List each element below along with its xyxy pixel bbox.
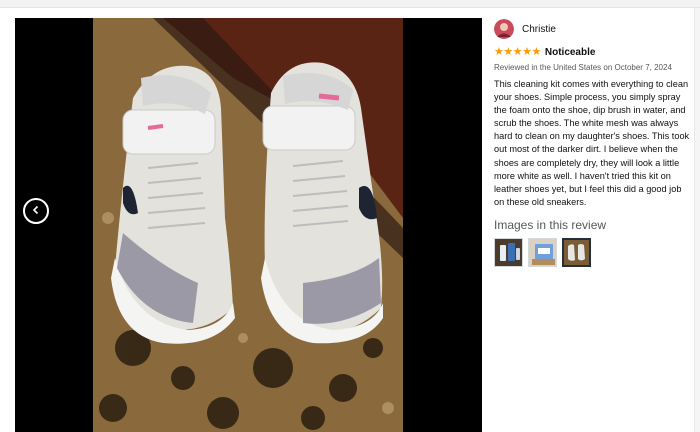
review-title: Noticeable [544, 46, 596, 58]
review-panel: Christie ★ ★ ★ ★ ★ Noticeable Reviewed i… [494, 18, 690, 267]
reviewer-name[interactable]: Christie [522, 24, 556, 35]
review-meta: Reviewed in the United States on October… [494, 63, 672, 72]
rating-row: ★ ★ ★ ★ ★ Noticeable [494, 45, 690, 59]
star-icon: ★ [531, 45, 542, 58]
review-photo [93, 18, 403, 432]
review-body: This cleaning kit comes with everything … [494, 79, 690, 207]
top-strip [0, 0, 700, 8]
review-thumbnail[interactable] [494, 237, 523, 267]
review-thumbnail-selected[interactable] [562, 237, 591, 267]
review-thumbnail[interactable] [528, 237, 557, 267]
chevron-left-icon [31, 202, 41, 220]
star-rating[interactable]: ★ ★ ★ ★ ★ [494, 45, 542, 58]
star-icon: ★ [494, 45, 504, 58]
star-icon: ★ [522, 45, 532, 58]
scrollbar[interactable] [694, 8, 700, 432]
avatar[interactable] [494, 19, 514, 39]
image-viewer [15, 18, 482, 432]
thumbnail-strip [494, 237, 690, 267]
images-heading: Images in this review [494, 217, 607, 232]
star-icon: ★ [512, 45, 523, 58]
star-icon: ★ [503, 45, 513, 58]
previous-image-button[interactable] [23, 198, 49, 224]
reviewer-row: Christie [494, 18, 690, 40]
